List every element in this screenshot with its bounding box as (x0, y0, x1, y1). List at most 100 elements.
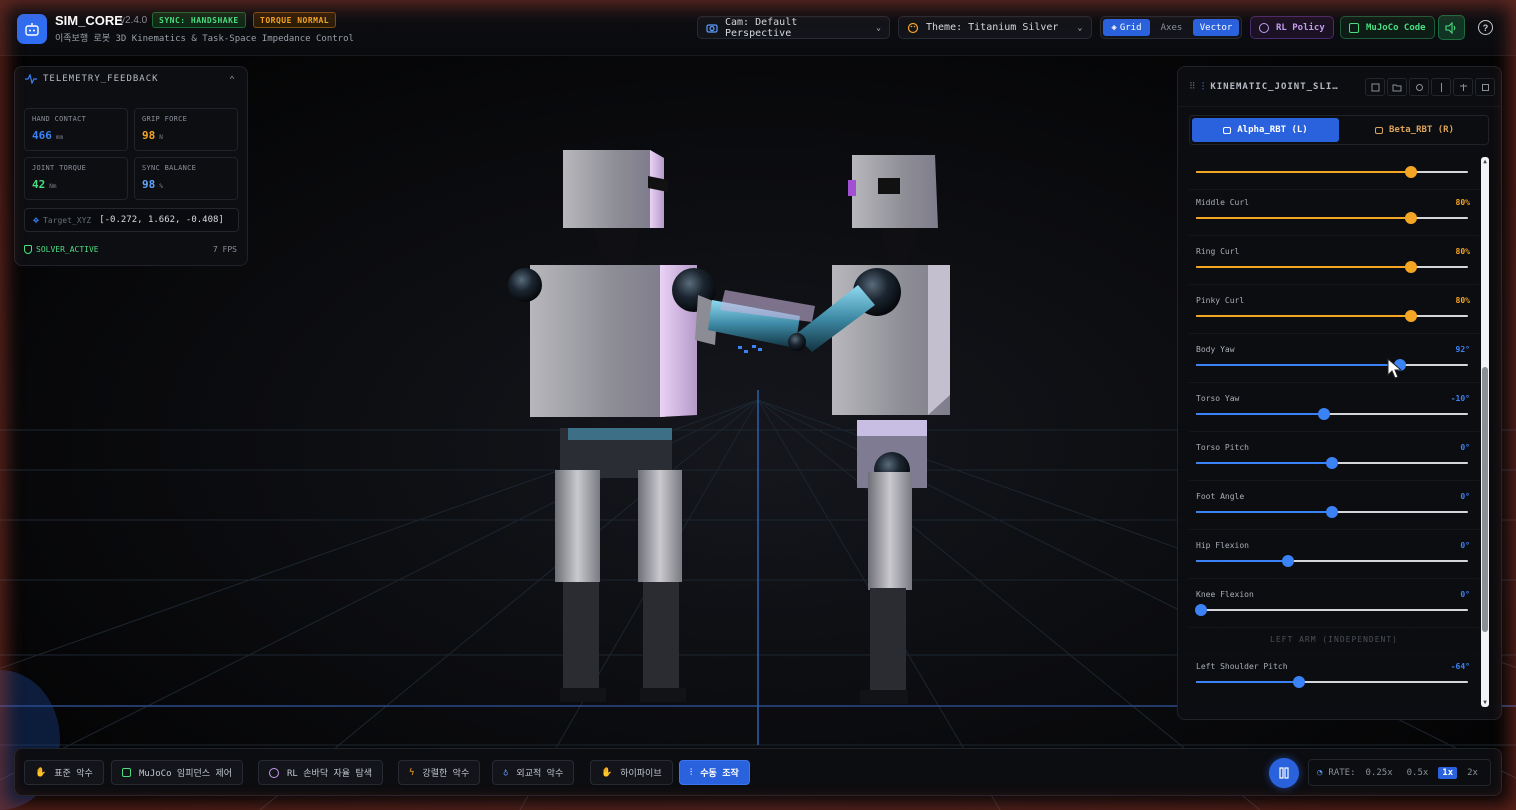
slider-knob[interactable] (1326, 457, 1338, 469)
solver-status: SOLVER_ACTIVE (24, 245, 99, 254)
scroll-up-icon[interactable]: ▲ (1481, 158, 1489, 165)
theme-label: Theme: Titanium Silver (926, 22, 1059, 33)
torque-badge: TORQUE NORMAL (253, 12, 337, 28)
slider-hip-flexion: Hip Flexion 0° (1189, 534, 1479, 579)
slider-track[interactable] (1195, 604, 1468, 616)
slider-knob[interactable] (1404, 310, 1417, 322)
brain-icon (269, 767, 279, 778)
slider-track[interactable] (1196, 555, 1468, 567)
shield-check-icon (24, 245, 32, 254)
chip-icon (122, 768, 131, 777)
robot-icon[interactable] (17, 14, 47, 44)
chip-icon (1349, 22, 1359, 33)
award-icon: ♁ (503, 767, 509, 778)
chevron-down-icon: ⌄ (876, 23, 881, 32)
slider-knob[interactable] (1404, 261, 1417, 273)
folder-icon[interactable] (1387, 78, 1407, 96)
hand-icon: ✋ (601, 767, 613, 778)
sync-badge: SYNC: HANDSHAKE (152, 12, 246, 28)
slider-knob[interactable] (1293, 676, 1306, 688)
speaker-icon (1445, 21, 1456, 34)
top-header: SIM_CORE v2.4.0 SYNC: HANDSHAKE TORQUE N… (0, 0, 1516, 56)
slider-knob[interactable] (1404, 166, 1417, 178)
slider-track[interactable] (1196, 212, 1468, 224)
scroll-down-icon[interactable]: ▼ (1481, 699, 1489, 706)
fps-readout: 7 FPS (212, 245, 237, 254)
mode-mujoco-impedance[interactable]: MuJoCo 임피던스 제어 (111, 760, 244, 785)
slider-track[interactable] (1196, 261, 1468, 273)
target-xyz: ✥ Target_XYZ [-0.272, 1.662, -0.408] (24, 208, 239, 232)
slider-knob[interactable] (1317, 408, 1330, 420)
slider-pinky-curl: Pinky Curl 80% (1189, 289, 1479, 334)
layers-icon: ◈ (1111, 22, 1117, 33)
crosshair-icon: ✥ (33, 214, 40, 226)
sliders-icon: ⫶ (690, 767, 693, 778)
save-icon[interactable] (1365, 78, 1385, 96)
mode-strong-handshake[interactable]: ϟ 강렬한 악수 (398, 760, 481, 785)
rate-option-0.25x[interactable]: 0.25x (1362, 767, 1397, 779)
activity-icon (25, 74, 37, 84)
panel-scrollbar[interactable]: ▲ ▼ (1481, 157, 1489, 707)
theme-select[interactable]: Theme: Titanium Silver ⌄ (898, 16, 1092, 39)
rate-selector: ◔ RATE: 0.25x 0.5x 1x 2x (1308, 759, 1491, 786)
reset-icon[interactable] (1409, 78, 1429, 96)
robot-icon (1223, 126, 1232, 134)
section-left-arm: LEFT ARM (INDEPENDENT) (1270, 635, 1398, 644)
mode-high-five[interactable]: ✋ 하이파이브 (590, 760, 673, 785)
slider-knob[interactable] (1404, 212, 1417, 224)
camera-select[interactable]: Cam: Default Perspective ⌄ (697, 16, 890, 39)
sync-balance-card: SYNC BALANCE 98% (134, 157, 238, 200)
robot-icon (1374, 126, 1383, 134)
slider-list: Middle Curl 80% Ring Curl 80% Pinky Curl… (1189, 157, 1479, 712)
joint-torque-card: JOINT TORQUE 42 Nm (24, 157, 128, 200)
tab-beta-robot[interactable]: Beta_RBT (R) (1341, 116, 1488, 144)
mirror-icon[interactable] (1431, 78, 1451, 96)
tab-alpha-robot[interactable]: Alpha_RBT (L) (1192, 118, 1339, 142)
slider-index-curl (1189, 157, 1479, 190)
telemetry-title: TELEMETRY_FEEDBACK (43, 74, 159, 84)
robot-tabs: Alpha_RBT (L) Beta_RBT (R) (1189, 115, 1489, 145)
vector-toggle[interactable]: Vector (1193, 19, 1239, 36)
gauge-icon: ◔ (1317, 767, 1323, 778)
slider-left-shoulder-pitch: Left Shoulder Pitch -64° (1189, 655, 1479, 700)
rate-label: RATE: (1328, 767, 1356, 778)
slider-track[interactable] (1196, 457, 1468, 469)
hand-contact-card: HAND CONTACT 466 mm (24, 108, 128, 151)
settings-icon[interactable] (1475, 78, 1495, 96)
axes-toggle[interactable]: Axes (1153, 19, 1190, 36)
rate-option-1x[interactable]: 1x (1438, 766, 1458, 779)
slider-knob[interactable] (1326, 506, 1338, 518)
slider-knob[interactable] (1282, 555, 1295, 567)
sound-toggle[interactable] (1438, 15, 1465, 40)
slider-track[interactable] (1196, 166, 1468, 178)
rate-option-0.5x[interactable]: 0.5x (1403, 767, 1433, 779)
slider-track[interactable] (1196, 359, 1468, 371)
slider-track[interactable] (1196, 676, 1468, 688)
slider-torso-yaw: Torso Yaw -10° (1189, 387, 1479, 432)
slider-track[interactable] (1196, 408, 1468, 420)
grid-toggle[interactable]: ◈ Grid (1103, 19, 1150, 36)
collapse-icon[interactable]: ⌃ (229, 75, 235, 86)
slider-foot-angle: Foot Angle 0° (1189, 485, 1479, 530)
balance-icon[interactable] (1453, 78, 1473, 96)
rate-option-2x[interactable]: 2x (1463, 767, 1482, 779)
joint-slider-panel: ⠿ ⫶ KINEMATIC_JOINT_SLIDERS Alpha_RBT (L… (1177, 66, 1502, 720)
app-version: v2.4.0 (120, 15, 148, 26)
slider-track[interactable] (1196, 506, 1468, 518)
mode-diplomatic-handshake[interactable]: ♁ 외교적 악수 (492, 760, 575, 785)
mujoco-code-button[interactable]: MuJoCo Code (1340, 16, 1435, 39)
slider-knob[interactable] (1195, 604, 1208, 616)
grip-force-card: GRIP FORCE 98 N (134, 108, 238, 151)
drag-handle-icon[interactable]: ⠿ (1189, 82, 1196, 92)
slider-knee-flexion: Knee Flexion 0° (1189, 583, 1479, 628)
scroll-thumb[interactable] (1482, 367, 1488, 632)
help-icon[interactable]: ? (1478, 20, 1493, 35)
mode-standard-handshake[interactable]: ✋ 표준 악수 (24, 760, 104, 785)
rl-policy-button[interactable]: RL Policy (1250, 16, 1334, 39)
slider-track[interactable] (1196, 310, 1468, 322)
mode-manual-control[interactable]: ⫶ 수동 조작 (679, 760, 750, 785)
pause-button[interactable] (1269, 758, 1299, 788)
mode-rl-palm-search[interactable]: RL 손바닥 자율 탐색 (258, 760, 384, 785)
camera-icon (706, 23, 718, 33)
bolt-icon: ϟ (409, 767, 415, 778)
